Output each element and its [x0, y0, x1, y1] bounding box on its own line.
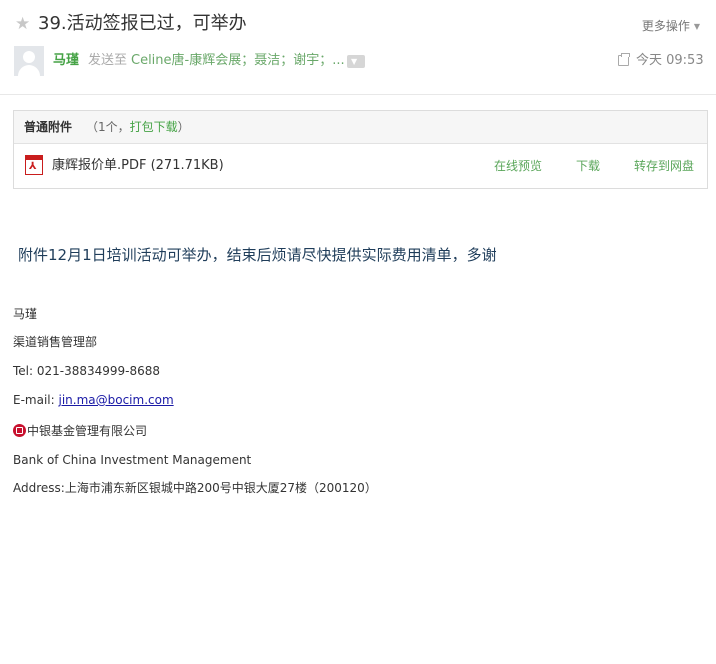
mail-body-text: 附件12月1日培训活动可举办，结束后烦请尽快提供实际费用清单，多谢	[18, 246, 497, 264]
email-label: E-mail:	[13, 393, 59, 407]
signature-dept: 渠道销售管理部	[13, 335, 98, 349]
sent-time: 今天 09:53	[636, 53, 704, 68]
signature-tel: Tel: 021-38834999-8688	[13, 364, 161, 378]
signature-name: 马瑾	[13, 307, 38, 321]
signature-company-en: Bank of China Investment Management	[13, 453, 252, 467]
star-icon[interactable]: ★	[15, 14, 30, 34]
attachment-header: 普通附件 （1个，打包下载）	[14, 111, 707, 144]
pdf-glyph: ⅄	[29, 161, 37, 172]
chevron-down-icon: ▼	[351, 57, 358, 66]
avatar-head	[23, 51, 35, 63]
save-to-netdisk-link[interactable]: 转存到网盘	[634, 157, 694, 175]
more-actions-label: 更多操作	[641, 19, 690, 33]
signature-address: Address:上海市浦东新区银城中路200号中银大厦27楼（200120）	[13, 481, 377, 495]
download-link[interactable]: 下载	[576, 157, 600, 175]
recipient-list[interactable]: Celine唐-康辉会展；聂洁；谢宇；...	[131, 52, 345, 70]
attachment-meta: （1个，打包下载）	[86, 119, 190, 135]
attachment-panel: 普通附件 （1个，打包下载） ⅄ 康辉报价单.PDF (271.71KB) 在线…	[13, 110, 708, 189]
avatar-body	[18, 65, 40, 76]
attachment-title: 普通附件	[24, 120, 73, 134]
mail-subject: 39.活动签报已过，可举办	[38, 13, 247, 34]
attachment-count: （1个，	[86, 120, 130, 134]
signature-email-line: E-mail: jin.ma@bocim.com	[13, 392, 174, 408]
online-preview-link[interactable]: 在线预览	[494, 157, 542, 175]
caret-down-icon: ▼	[693, 22, 700, 31]
attachment-count-close: ）	[177, 120, 190, 134]
sender-name[interactable]: 马瑾	[53, 52, 79, 70]
sendto-label: 发送至	[88, 53, 128, 68]
attachment-file-name[interactable]: 康辉报价单.PDF (271.71KB)	[52, 157, 224, 175]
mail-header: ★ 39.活动签报已过，可举办 更多操作 ▼ 马瑾 发送至 Celine唐-康辉会…	[0, 0, 716, 95]
signature-company-cn: 中银基金管理有限公司	[13, 423, 147, 439]
expand-recipients-button[interactable]: ▼	[347, 55, 365, 68]
copy-icon	[618, 53, 630, 66]
company-cn-text: 中银基金管理有限公司	[27, 424, 148, 438]
email-link[interactable]: jin.ma@bocim.com	[58, 393, 173, 407]
boc-logo-icon	[13, 424, 26, 437]
pdf-icon: ⅄	[25, 155, 43, 175]
avatar[interactable]	[14, 46, 44, 76]
attachment-file-row: ⅄ 康辉报价单.PDF (271.71KB) 在线预览 下载 转存到网盘	[14, 144, 707, 188]
pack-download-link[interactable]: 打包下载	[130, 120, 178, 134]
more-actions-button[interactable]: 更多操作 ▼	[642, 18, 700, 36]
